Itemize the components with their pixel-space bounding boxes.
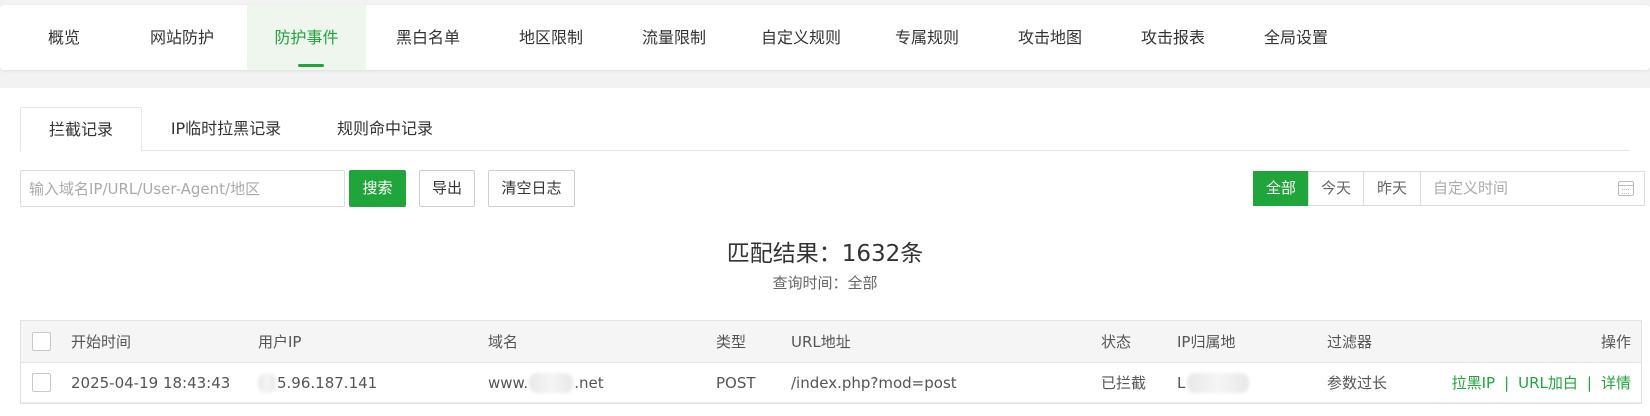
- nav-tab-site-protection[interactable]: 网站防护: [118, 5, 246, 70]
- nav-tab-overview[interactable]: 概览: [0, 5, 128, 70]
- nav-tab-protection-events-label: 防护事件: [274, 28, 339, 47]
- nav-tab-exclusive-rules[interactable]: 专属规则: [863, 5, 991, 70]
- custom-date-placeholder: 自定义时间: [1433, 179, 1509, 197]
- select-all-checkbox[interactable]: [32, 331, 51, 351]
- redaction-mask: [529, 372, 574, 393]
- intercept-records-table: 开始时间 用户IP 域名 类型 URL地址 状态 IP归属地 过滤器 操作 20…: [20, 320, 1642, 404]
- action-separator: |: [1504, 373, 1510, 392]
- redaction-mask: [1187, 372, 1250, 393]
- nav-tab-custom-rules[interactable]: 自定义规则: [737, 5, 865, 70]
- subtab-ip-temp-blacklist[interactable]: IP临时拉黑记录: [150, 107, 302, 152]
- nav-tab-attack-map[interactable]: 攻击地图: [986, 5, 1114, 70]
- table-header-row: 开始时间 用户IP 域名 类型 URL地址 状态 IP归属地 过滤器 操作: [21, 321, 1641, 363]
- nav-tab-traffic-limit[interactable]: 流量限制: [610, 5, 738, 70]
- header-status: 状态: [1101, 333, 1132, 351]
- row-ip-location: L: [1177, 363, 1250, 402]
- main-panel: 拦截记录 IP临时拉黑记录 规则命中记录 搜索 导出 清空日志 全部 今天 昨天…: [0, 88, 1650, 416]
- subtab-rule-hit-records[interactable]: 规则命中记录: [320, 107, 450, 152]
- action-separator: |: [1586, 373, 1592, 392]
- date-filter-all[interactable]: 全部: [1253, 171, 1309, 206]
- export-button[interactable]: 导出: [419, 170, 475, 207]
- date-filter-yesterday[interactable]: 昨天: [1363, 171, 1421, 206]
- active-tab-indicator: [298, 64, 324, 67]
- search-button[interactable]: 搜索: [349, 170, 406, 207]
- blacklist-ip-link[interactable]: 拉黑IP: [1452, 372, 1495, 393]
- row-ip-location-text: L: [1177, 373, 1186, 392]
- sub-tab-bar: 拦截记录 IP临时拉黑记录 规则命中记录: [20, 107, 1630, 152]
- row-domain-suffix: .net: [574, 373, 604, 392]
- top-navigation: 概览 网站防护 防护事件 黑白名单 地区限制 流量限制 自定义规则 专属规则 攻…: [0, 5, 1650, 70]
- query-time-label: 查询时间：全部: [772, 274, 878, 292]
- row-type: POST: [716, 373, 756, 392]
- nav-tab-protection-events[interactable]: 防护事件: [247, 5, 366, 70]
- row-user-ip-text: 5.96.187.141: [277, 373, 378, 392]
- row-filter: 参数过长: [1327, 374, 1388, 392]
- nav-tab-global-settings[interactable]: 全局设置: [1232, 5, 1360, 70]
- nav-tab-attack-report[interactable]: 攻击报表: [1109, 5, 1237, 70]
- nav-tab-black-white-list[interactable]: 黑白名单: [364, 5, 492, 70]
- header-filter: 过滤器: [1327, 333, 1373, 351]
- search-input[interactable]: [20, 170, 345, 207]
- row-status: 已拦截: [1101, 374, 1147, 392]
- nav-tab-region-limit[interactable]: 地区限制: [487, 5, 615, 70]
- table-row: 2025-04-19 18:43:43 5.96.187.141 www. .n…: [21, 363, 1641, 403]
- custom-date-input[interactable]: 自定义时间: [1420, 171, 1645, 206]
- subtab-intercept-records[interactable]: 拦截记录: [20, 107, 142, 152]
- match-result-count: 匹配结果：1632条: [726, 241, 924, 267]
- header-url: URL地址: [791, 333, 851, 351]
- header-start-time[interactable]: 开始时间: [71, 321, 131, 362]
- header-actions: 操作: [1600, 333, 1631, 351]
- header-domain: 域名: [488, 333, 519, 351]
- date-filter-today[interactable]: 今天: [1308, 171, 1364, 206]
- redaction-mask: [258, 372, 276, 393]
- row-start-time: 2025-04-19 18:43:43: [71, 373, 231, 392]
- row-url: /index.php?mod=post: [791, 373, 957, 392]
- row-user-ip: 5.96.187.141: [258, 363, 377, 402]
- row-domain: www. .net: [488, 363, 604, 402]
- row-actions: 拉黑IP | URL加白 | 详情: [1452, 363, 1631, 402]
- header-type: 类型: [716, 333, 747, 351]
- header-ip-location: IP归属地: [1177, 333, 1236, 351]
- row-domain-prefix: www.: [488, 373, 529, 392]
- header-user-ip: 用户IP: [258, 333, 302, 351]
- detail-link[interactable]: 详情: [1601, 372, 1631, 393]
- clear-log-button[interactable]: 清空日志: [488, 170, 575, 207]
- row-checkbox[interactable]: [32, 372, 51, 392]
- calendar-icon[interactable]: [1618, 181, 1634, 196]
- url-whitelist-link[interactable]: URL加白: [1518, 372, 1578, 393]
